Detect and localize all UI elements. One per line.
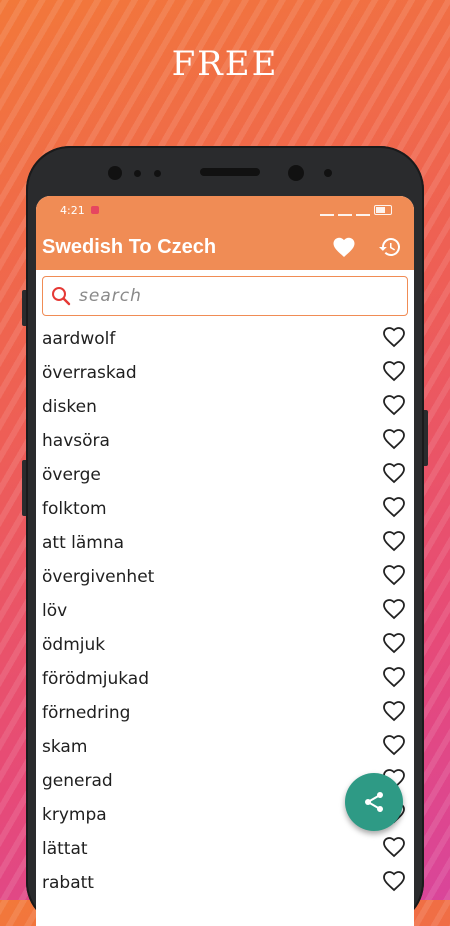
word-text: aardwolf xyxy=(42,329,116,349)
list-item[interactable]: ödmjuk xyxy=(36,628,414,662)
heart-outline-icon xyxy=(383,463,405,484)
list-item[interactable]: förödmjukad xyxy=(36,662,414,696)
list-item[interactable]: aardwolf xyxy=(36,322,414,356)
sensor-dot xyxy=(154,170,161,177)
list-item[interactable]: förnedring xyxy=(36,696,414,730)
word-text: rabatt xyxy=(42,873,94,893)
heart-outline-icon xyxy=(383,735,405,756)
promo-title: FREE xyxy=(171,44,279,84)
sensor-dot xyxy=(134,170,141,177)
search-box[interactable] xyxy=(42,276,408,316)
status-bar: 4:21 xyxy=(36,196,414,224)
list-item[interactable]: havsöra xyxy=(36,424,414,458)
word-text: skam xyxy=(42,737,88,757)
favorite-toggle-button[interactable] xyxy=(382,360,406,386)
favorite-toggle-button[interactable] xyxy=(382,666,406,692)
word-text: generad xyxy=(42,771,113,791)
heart-outline-icon xyxy=(383,531,405,552)
favorite-toggle-button[interactable] xyxy=(382,632,406,658)
favorite-toggle-button[interactable] xyxy=(382,836,406,862)
heart-outline-icon xyxy=(383,871,405,892)
status-icons xyxy=(320,205,392,216)
battery-icon xyxy=(374,205,392,215)
word-text: ödmjuk xyxy=(42,635,106,655)
network-icon xyxy=(320,205,334,216)
heart-outline-icon xyxy=(383,327,405,348)
share-button[interactable] xyxy=(345,773,403,831)
favorite-toggle-button[interactable] xyxy=(382,326,406,352)
sensor-dot xyxy=(324,169,332,177)
history-button[interactable] xyxy=(378,235,402,259)
notification-icon xyxy=(90,206,99,214)
list-item[interactable]: löv xyxy=(36,594,414,628)
word-text: löv xyxy=(42,601,68,621)
word-text: förnedring xyxy=(42,703,131,723)
heart-outline-icon xyxy=(383,565,405,586)
history-icon xyxy=(379,238,400,256)
favorite-toggle-button[interactable] xyxy=(382,530,406,556)
heart-icon xyxy=(333,237,355,257)
camera-lens xyxy=(288,165,304,181)
word-text: havsöra xyxy=(42,431,110,451)
heart-outline-icon xyxy=(383,395,405,416)
favorite-toggle-button[interactable] xyxy=(382,598,406,624)
list-item[interactable]: överraskad xyxy=(36,356,414,390)
favorites-button[interactable] xyxy=(332,236,356,258)
heart-outline-icon xyxy=(383,633,405,654)
word-text: krympa xyxy=(42,805,107,825)
wifi-icon xyxy=(356,205,370,216)
heart-outline-icon xyxy=(383,361,405,382)
heart-outline-icon xyxy=(383,667,405,688)
favorite-toggle-button[interactable] xyxy=(382,870,406,896)
list-item[interactable]: överge xyxy=(36,458,414,492)
list-item[interactable]: rabatt xyxy=(36,866,414,900)
heart-outline-icon xyxy=(383,701,405,722)
signal-icon xyxy=(338,205,352,216)
list-item[interactable]: skam xyxy=(36,730,414,764)
status-time: 4:21 xyxy=(60,203,85,217)
list-item[interactable]: folktom xyxy=(36,492,414,526)
favorite-toggle-button[interactable] xyxy=(382,462,406,488)
word-text: övergivenhet xyxy=(42,567,155,587)
heart-outline-icon xyxy=(383,429,405,450)
list-item[interactable]: disken xyxy=(36,390,414,424)
speaker-grille xyxy=(200,168,260,176)
heart-outline-icon xyxy=(383,837,405,858)
word-text: disken xyxy=(42,397,97,417)
word-text: förödmjukad xyxy=(42,669,150,689)
front-camera xyxy=(108,166,122,180)
favorite-toggle-button[interactable] xyxy=(382,700,406,726)
favorite-toggle-button[interactable] xyxy=(382,734,406,760)
word-text: överraskad xyxy=(42,363,137,383)
search-input[interactable] xyxy=(77,285,381,307)
word-text: att lämna xyxy=(42,533,125,553)
heart-outline-icon xyxy=(383,599,405,620)
list-item[interactable]: lättat xyxy=(36,832,414,866)
share-icon xyxy=(365,792,383,812)
word-text: lättat xyxy=(42,839,88,859)
word-text: folktom xyxy=(42,499,107,519)
favorite-toggle-button[interactable] xyxy=(382,428,406,454)
app-title: Swedish To Czech xyxy=(42,235,217,258)
search-bar xyxy=(36,270,414,322)
app-bar: Swedish To Czech xyxy=(36,224,414,270)
search-icon xyxy=(52,287,71,306)
word-text: överge xyxy=(42,465,101,485)
list-item[interactable]: övergivenhet xyxy=(36,560,414,594)
list-item[interactable]: att lämna xyxy=(36,526,414,560)
favorite-toggle-button[interactable] xyxy=(382,394,406,420)
favorite-toggle-button[interactable] xyxy=(382,564,406,590)
favorite-toggle-button[interactable] xyxy=(382,496,406,522)
heart-outline-icon xyxy=(383,497,405,518)
